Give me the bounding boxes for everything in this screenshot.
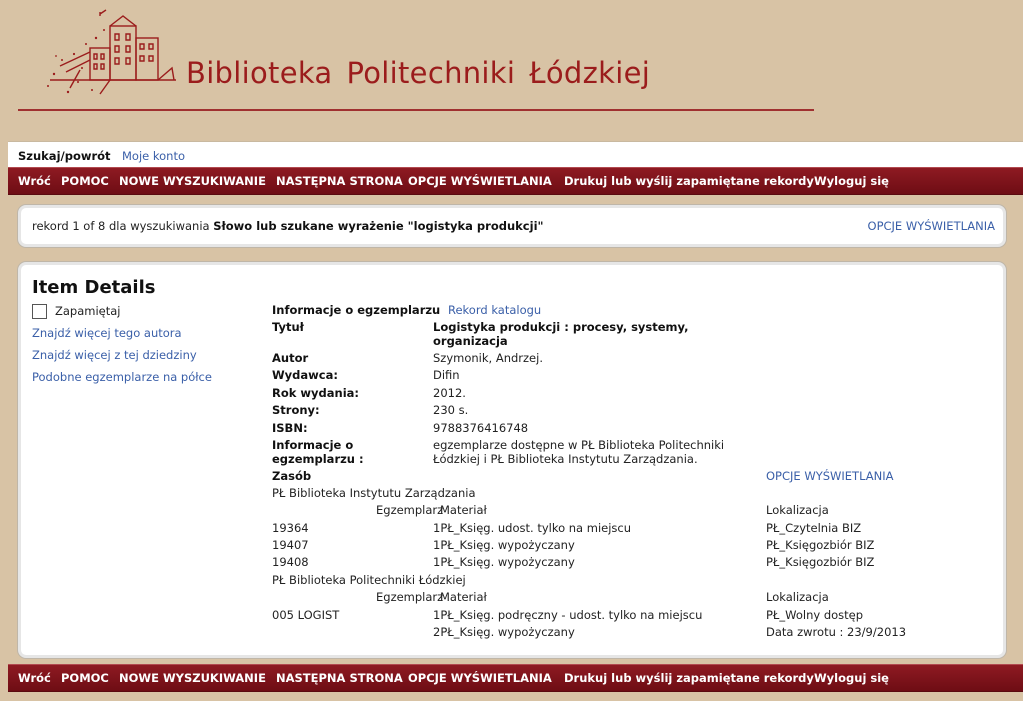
- library-name-word: Politechniki: [346, 56, 516, 90]
- copy-material: 2PŁ_Księg. wypożyczany: [433, 625, 575, 639]
- copy-location: Data zwrotu : 23/9/2013: [766, 625, 907, 639]
- copy-material: 1PŁ_Księg. podręczny - udost. tylko na m…: [433, 608, 703, 622]
- column-header-material: Materiał: [440, 503, 487, 517]
- field-label: Strony:: [272, 403, 320, 417]
- copy-material: 1PŁ_Księg. wypożyczany: [433, 538, 575, 552]
- copy-call-number: 19407: [272, 538, 309, 552]
- display-options-link[interactable]: OPCJE WYŚWIETLANIA: [868, 219, 995, 233]
- field-label: Tytuł: [272, 320, 304, 334]
- field-value: Szymonik, Andrzej.: [433, 351, 543, 365]
- item-actions-sidebar: Zapamiętaj Znajdź więcej tego autora Zna…: [32, 302, 212, 386]
- field-label: Autor: [272, 351, 309, 365]
- search-query: Słowo lub szukane wyrażenie "logistyka p…: [213, 219, 544, 233]
- field-label: Rok wydania:: [272, 386, 360, 400]
- field-value: Difin: [433, 368, 460, 382]
- column-header-location: Lokalizacja: [766, 503, 829, 517]
- field-value: 9788376416748: [433, 421, 529, 435]
- library-building-logo-icon: [47, 9, 176, 95]
- field-label: egzemplarzu :: [272, 452, 364, 466]
- nav-new-search[interactable]: NOWE WYSZUKIWANIE: [119, 174, 266, 188]
- record-position: rekord 1 of 8 dla wyszukiwania Słowo lub…: [32, 219, 544, 233]
- header-divider: [18, 109, 814, 111]
- field-label: ISBN:: [272, 421, 308, 435]
- top-navigation-bar: Wróć POMOC NOWE WYSZUKIWANIE NASTĘPNA ST…: [8, 167, 1023, 195]
- nav-back[interactable]: Wróć: [18, 671, 51, 685]
- field-value: egzemplarze dostępne w PŁ Biblioteka Pol…: [433, 438, 725, 452]
- nav-print-email-saved[interactable]: Drukuj lub wyślij zapamiętane rekordy: [564, 671, 814, 685]
- nav-back[interactable]: Wróć: [18, 174, 51, 188]
- nav-next-page[interactable]: NASTĘPNA STRONA: [276, 174, 403, 188]
- nav-display-options[interactable]: OPCJE WYŚWIETLANIA: [408, 174, 552, 188]
- copy-call-number: 19408: [272, 555, 309, 569]
- nav-new-search[interactable]: NOWE WYSZUKIWANIE: [119, 671, 266, 685]
- record-prefix: rekord 1 of 8 dla wyszukiwania: [32, 219, 210, 233]
- tab-my-account[interactable]: Moje konto: [122, 149, 185, 163]
- nav-help[interactable]: POMOC: [61, 671, 109, 685]
- page-title: Item Details: [32, 277, 156, 298]
- copy-call-number: 005 LOGIST: [272, 608, 340, 622]
- field-value: 2012.: [433, 386, 466, 400]
- column-header-copy: Egzemplarz: [376, 590, 444, 604]
- copy-location: PŁ_Księgozbiór BIZ: [766, 538, 875, 552]
- library-name: Biblioteka Politechniki Łódzkiej: [186, 56, 664, 90]
- copy-location: PŁ_Czytelnia BIZ: [766, 521, 862, 535]
- item-details-panel: Item Details Zapamiętaj Znajdź więcej te…: [18, 262, 1006, 658]
- column-header-copy: Egzemplarz: [376, 503, 444, 517]
- field-value: organizacja: [433, 334, 508, 348]
- library-name: PŁ Biblioteka Instytutu Zarządzania: [272, 486, 476, 500]
- nav-print-email-saved[interactable]: Drukuj lub wyślij zapamiętane rekordy: [564, 174, 814, 188]
- catalog-record-link[interactable]: Rekord katalogu: [448, 303, 541, 317]
- save-record-row: Zapamiętaj: [32, 302, 212, 320]
- nav-display-options[interactable]: OPCJE WYŚWIETLANIA: [408, 671, 552, 685]
- save-record-checkbox[interactable]: [32, 303, 47, 319]
- copy-call-number: 19364: [272, 521, 309, 535]
- nav-help[interactable]: POMOC: [61, 174, 109, 188]
- nav-next-page[interactable]: NASTĘPNA STRONA: [276, 671, 403, 685]
- find-more-in-subject-link[interactable]: Znajdź więcej z tej dziedziny: [32, 348, 212, 364]
- similar-items-on-shelf-link[interactable]: Podobne egzemplarze na półce: [32, 370, 212, 386]
- copy-material: 1PŁ_Księg. udost. tylko na miejscu: [433, 521, 632, 535]
- account-tabs: Szukaj/powrót Moje konto: [8, 141, 1023, 168]
- library-name-word: Biblioteka: [186, 56, 333, 90]
- column-header-material: Materiał: [440, 590, 487, 604]
- field-value: Logistyka produkcji : procesy, systemy,: [433, 320, 689, 334]
- copy-material: 1PŁ_Księg. wypożyczany: [433, 555, 575, 569]
- tab-search-back[interactable]: Szukaj/powrót: [18, 149, 111, 163]
- column-header-location: Lokalizacja: [766, 590, 829, 604]
- site-header: Biblioteka Politechniki Łódzkiej: [0, 0, 1023, 140]
- field-value: Łódzkiej i PŁ Biblioteka Instytutu Zarzą…: [433, 452, 698, 466]
- nav-logout[interactable]: Wyloguj się: [814, 174, 889, 188]
- field-value: 230 s.: [433, 403, 469, 417]
- field-label: Informacje o: [272, 438, 354, 452]
- find-more-by-author-link[interactable]: Znajdź więcej tego autora: [32, 326, 212, 342]
- holdings-display-options-link[interactable]: OPCJE WYŚWIETLANIA: [766, 469, 893, 483]
- copy-location: PŁ_Wolny dostęp: [766, 608, 864, 622]
- search-summary-panel: rekord 1 of 8 dla wyszukiwania Słowo lub…: [18, 205, 1006, 247]
- library-name: PŁ Biblioteka Politechniki Łódzkiej: [272, 573, 466, 587]
- bottom-navigation-bar: Wróć POMOC NOWE WYSZUKIWANIE NASTĘPNA ST…: [8, 664, 1023, 692]
- copy-location: PŁ_Księgozbiór BIZ: [766, 555, 875, 569]
- save-record-label: Zapamiętaj: [55, 304, 121, 318]
- field-label: Wydawca:: [272, 368, 338, 382]
- copy-info-label: Informacje o egzemplarzu: [272, 303, 441, 317]
- library-name-word: Łódzkiej: [529, 56, 651, 90]
- nav-logout[interactable]: Wyloguj się: [814, 671, 889, 685]
- holdings-label: Zasób: [272, 469, 312, 483]
